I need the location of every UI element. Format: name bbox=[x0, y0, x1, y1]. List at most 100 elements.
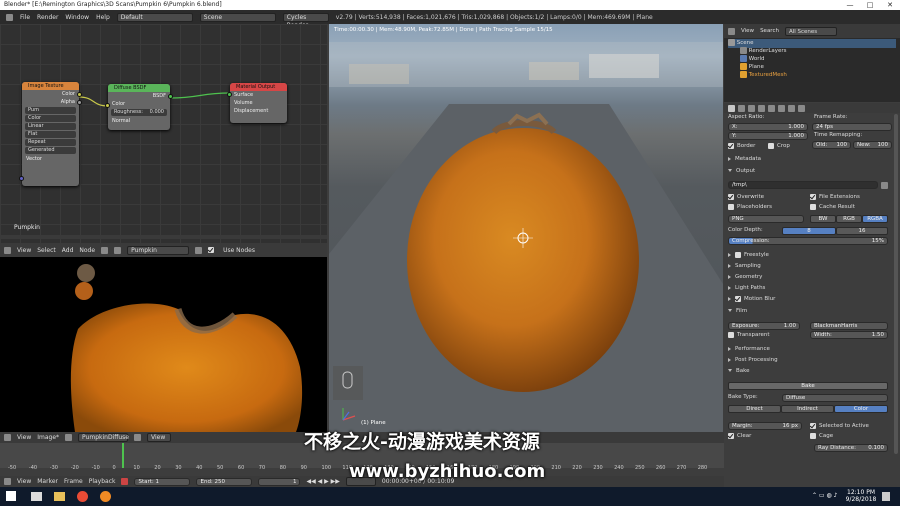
blender-icon[interactable] bbox=[100, 491, 111, 502]
material-output-node[interactable]: Material Output Surface Volume Displacem… bbox=[227, 83, 287, 123]
outliner-tree[interactable]: Scene RenderLayers World Plane TexturedM… bbox=[724, 38, 900, 102]
render-tab-icon[interactable] bbox=[728, 104, 735, 112]
depth-16-button[interactable]: 16 bbox=[836, 227, 888, 235]
taskbar-clock[interactable]: 12:10 PM 9/28/2018 bbox=[845, 489, 877, 503]
image-texture-node[interactable]: Image Texture Color Alpha Pum Color Line… bbox=[19, 82, 82, 186]
cache-result-toggle[interactable]: Cache Result bbox=[810, 203, 896, 212]
rgba-button[interactable]: RGBA bbox=[862, 215, 888, 223]
modifier-tab-icon[interactable] bbox=[778, 104, 785, 112]
editor-type-icon[interactable] bbox=[4, 434, 11, 441]
timeline-menu-marker[interactable]: Marker bbox=[37, 478, 58, 485]
bw-button[interactable]: BW bbox=[810, 215, 836, 223]
output-path-field[interactable]: /tmp\ bbox=[728, 181, 878, 189]
motion-blur-panel[interactable]: Motion Blur bbox=[728, 295, 896, 304]
bsdf-socket[interactable] bbox=[168, 94, 173, 99]
start-frame-field[interactable]: Start: 1 bbox=[134, 477, 191, 486]
shader-icon[interactable] bbox=[101, 246, 109, 254]
timeline-menu-playback[interactable]: Playback bbox=[89, 478, 116, 485]
post-processing-panel[interactable]: Post Processing bbox=[728, 356, 896, 365]
bake-button[interactable]: Bake bbox=[728, 382, 888, 390]
color-button[interactable]: Color bbox=[834, 405, 888, 413]
scene-tab-icon[interactable] bbox=[748, 104, 755, 112]
node-editor[interactable]: Image Texture Color Alpha Pum Color Line… bbox=[0, 24, 327, 243]
file-format-select[interactable]: PNG bbox=[728, 215, 804, 223]
color-socket[interactable] bbox=[77, 92, 82, 97]
outliner-view[interactable]: View bbox=[741, 28, 754, 34]
surface-socket[interactable] bbox=[227, 92, 232, 97]
margin-field[interactable]: Margin: 16 px bbox=[728, 422, 802, 430]
current-frame-field[interactable]: 1 bbox=[258, 477, 301, 486]
filter-width-field[interactable]: Width: 1.50 bbox=[810, 331, 888, 339]
extension-select[interactable]: Repeat bbox=[25, 139, 76, 146]
node-menu-node[interactable]: Node bbox=[79, 247, 95, 254]
performance-panel[interactable]: Performance bbox=[728, 345, 896, 354]
node-editor-scrollbar[interactable] bbox=[0, 235, 327, 239]
source-select[interactable]: Generated bbox=[25, 147, 76, 154]
film-panel[interactable]: Film bbox=[728, 307, 896, 316]
notifications-icon[interactable] bbox=[882, 492, 890, 501]
sampling-panel[interactable]: Sampling bbox=[728, 262, 896, 271]
filter-type-select[interactable]: BlackmanHarris bbox=[810, 322, 888, 330]
diffuse-color-socket[interactable] bbox=[105, 103, 110, 108]
timeline-menu-frame[interactable]: Frame bbox=[64, 478, 83, 485]
interpolation-select[interactable]: Linear bbox=[25, 123, 76, 130]
minimize-button[interactable]: — bbox=[840, 0, 860, 10]
outliner-search[interactable]: Search bbox=[760, 28, 779, 34]
selected-to-active-toggle[interactable]: Selected to Active bbox=[810, 422, 896, 431]
maximize-button[interactable]: □ bbox=[860, 0, 880, 10]
close-button[interactable]: ✕ bbox=[880, 0, 900, 10]
texture-tab-icon[interactable] bbox=[798, 104, 805, 112]
geometry-panel[interactable]: Geometry bbox=[728, 273, 896, 282]
timeline-menu-view[interactable]: View bbox=[17, 478, 31, 485]
end-frame-field[interactable]: End: 250 bbox=[196, 477, 253, 486]
node-menu-add[interactable]: Add bbox=[62, 247, 74, 254]
layers-tab-icon[interactable] bbox=[738, 104, 745, 112]
bake-type-select[interactable]: Diffuse bbox=[782, 394, 888, 402]
world-tab-icon[interactable] bbox=[758, 104, 765, 112]
crop-toggle[interactable]: Crop bbox=[768, 142, 896, 151]
uv-image-editor[interactable] bbox=[0, 257, 327, 432]
menu-file[interactable]: File bbox=[20, 14, 30, 21]
exposure-field[interactable]: Exposure: 1.00 bbox=[728, 322, 800, 330]
image-icon[interactable] bbox=[65, 434, 73, 441]
rgb-button[interactable]: RGB bbox=[836, 215, 862, 223]
tray-icons[interactable]: ⌃ ▭ ◍ ♪ bbox=[812, 492, 842, 500]
outliner-filter[interactable]: All Scenes bbox=[784, 26, 837, 36]
editor-type-icon[interactable] bbox=[728, 27, 735, 35]
chrome-icon[interactable] bbox=[77, 491, 88, 502]
aspect-x-field[interactable]: X: 1.000 bbox=[728, 123, 808, 131]
object-tab-icon[interactable] bbox=[768, 104, 775, 112]
diffuse-bsdf-node[interactable]: Diffuse BSDF BSDF Color Roughness: 0.000… bbox=[105, 84, 173, 130]
screen-layout-select[interactable]: Default bbox=[116, 12, 193, 22]
render-engine-select[interactable]: Cycles Render bbox=[282, 12, 329, 29]
3d-viewport[interactable]: Time:00:00.30 | Mem:48.90M, Peak:72.85M … bbox=[329, 24, 723, 432]
compression-slider[interactable]: Compression: 15% bbox=[728, 237, 888, 245]
direct-button[interactable]: Direct bbox=[728, 405, 781, 413]
freestyle-panel[interactable]: Freestyle bbox=[728, 251, 896, 260]
folder-icon[interactable] bbox=[881, 182, 888, 189]
material-tab-icon[interactable] bbox=[788, 104, 795, 112]
playback-controls[interactable]: ◀◀ ◀ ▶ ▶▶ bbox=[306, 478, 339, 485]
node-menu-view[interactable]: View bbox=[17, 247, 31, 254]
editor-type-icon[interactable] bbox=[4, 246, 11, 254]
image-select[interactable]: PumpkinDiffuse bbox=[78, 433, 129, 442]
editor-type-icon[interactable] bbox=[4, 478, 11, 485]
material-select[interactable]: Pumpkin bbox=[127, 245, 190, 255]
use-nodes-checkbox[interactable] bbox=[208, 247, 215, 253]
alpha-socket[interactable] bbox=[77, 100, 82, 105]
properties-scrollbar[interactable] bbox=[894, 114, 898, 454]
fake-user-icon[interactable] bbox=[195, 246, 203, 254]
file-explorer-icon[interactable] bbox=[54, 492, 65, 501]
output-panel[interactable]: Output bbox=[728, 167, 896, 176]
node-menu-select[interactable]: Select bbox=[37, 247, 56, 254]
metadata-panel[interactable]: Metadata bbox=[728, 155, 896, 164]
scene-select[interactable]: Scene bbox=[199, 12, 276, 22]
depth-8-button[interactable]: 8 bbox=[782, 227, 836, 235]
indirect-button[interactable]: Indirect bbox=[781, 405, 834, 413]
windows-start-icon[interactable] bbox=[6, 491, 16, 501]
uv-view-select[interactable]: View bbox=[147, 433, 172, 442]
uv-menu-view[interactable]: View bbox=[17, 434, 31, 441]
menu-help[interactable]: Help bbox=[96, 14, 110, 21]
roughness-field[interactable]: Roughness: 0.000 bbox=[111, 109, 167, 116]
vector-socket[interactable] bbox=[19, 176, 24, 181]
